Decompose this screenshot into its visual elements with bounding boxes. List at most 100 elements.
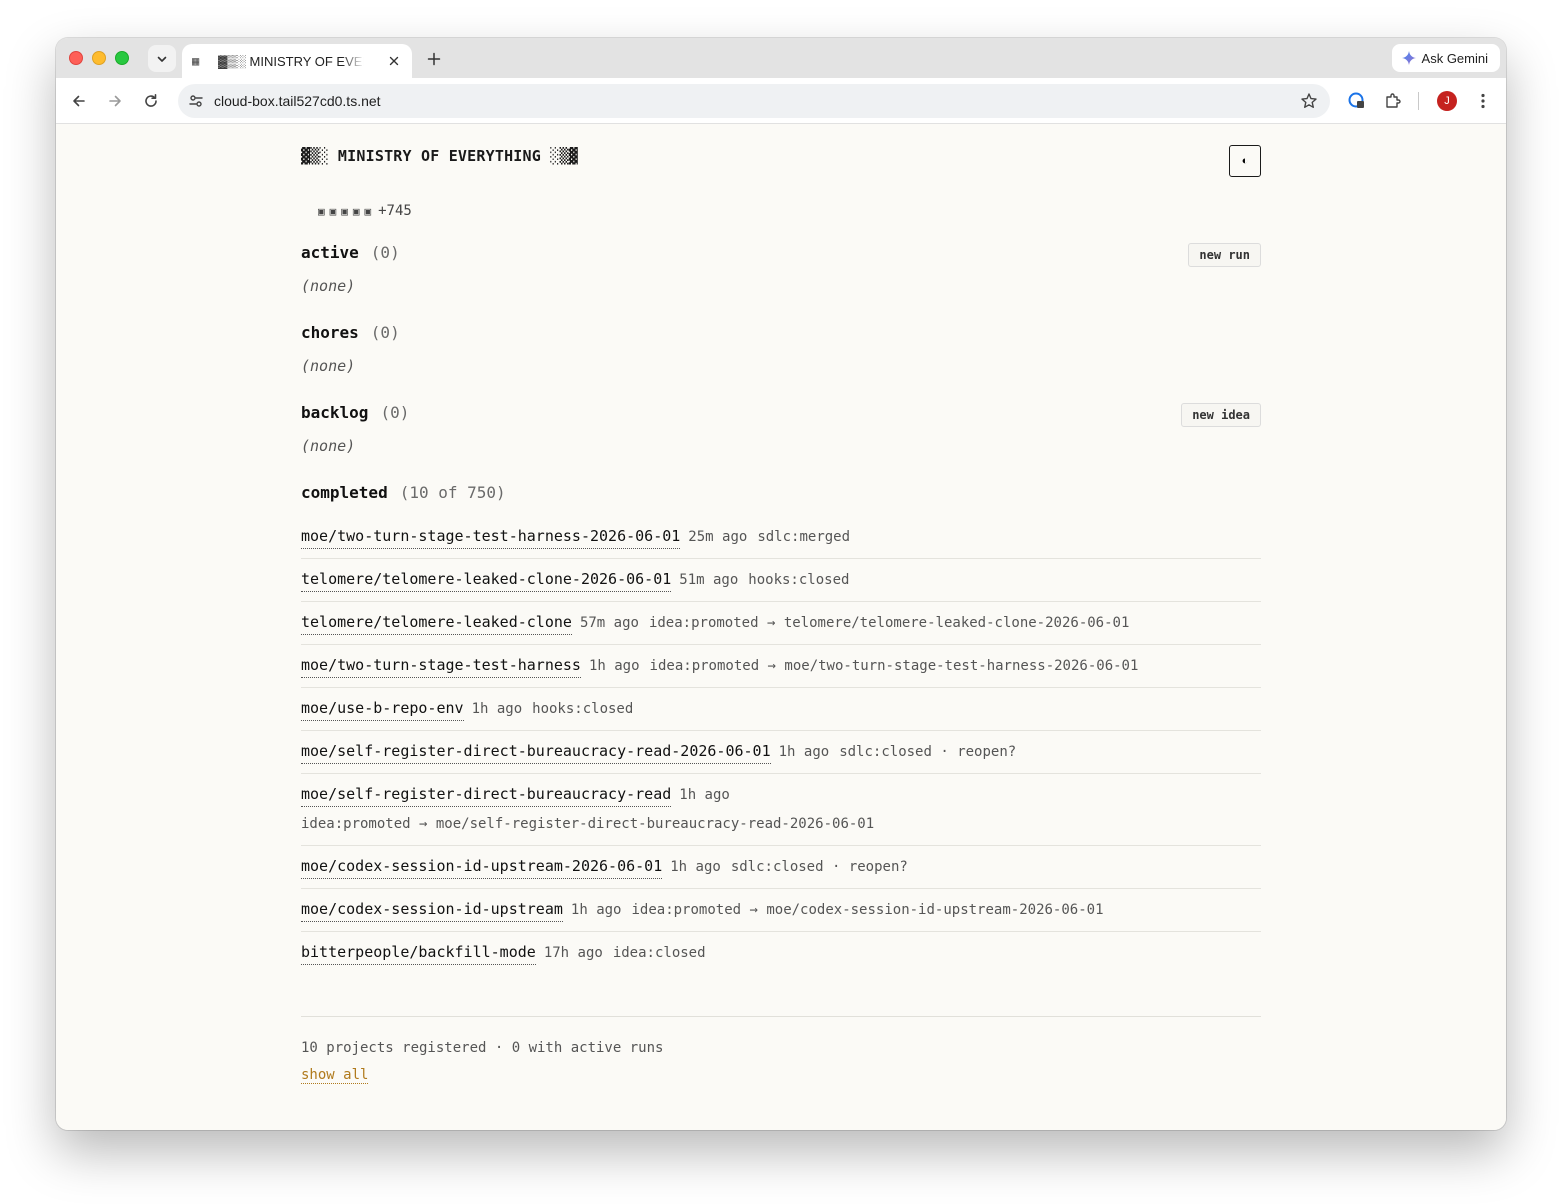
list-item: moe/self-register-direct-bureaucracy-rea…: [301, 774, 1261, 846]
contrast-icon: ◐: [1241, 155, 1249, 167]
site-title: ▓▒░ MINISTRY OF EVERYTHING ░▒▓: [301, 147, 578, 165]
section-count: (0): [370, 323, 400, 342]
browser-tab[interactable]: ▦ ▓▒░ MINISTRY OF EVERYTHING ░▒▓: [182, 44, 412, 78]
back-button[interactable]: [67, 89, 91, 113]
time-ago: 1h ago: [588, 658, 640, 674]
activity-square: ▣: [318, 205, 325, 218]
tab-close-button[interactable]: [386, 53, 402, 69]
address-bar[interactable]: cloud-box.tail527cd0.ts.net: [178, 84, 1330, 118]
run-status: sdlc:closed · reopen?: [839, 744, 1017, 760]
run-link[interactable]: moe/self-register-direct-bureaucracy-rea…: [301, 742, 771, 764]
run-status: idea:promoted → moe/self-register-direct…: [301, 816, 875, 832]
tab-search-button[interactable]: [148, 45, 176, 72]
reload-button[interactable]: [139, 89, 163, 113]
run-status: idea:closed: [612, 945, 706, 961]
time-ago: 25m ago: [688, 529, 748, 545]
section-heading-chores: chores (0): [301, 323, 400, 342]
show-all-link[interactable]: show all: [301, 1067, 369, 1084]
list-item: moe/use-b-repo-env 1h ago hooks:closed: [301, 688, 1261, 731]
activity-square: ▣: [364, 205, 372, 218]
list-item: moe/codex-session-id-upstream 1h ago idea:…: [301, 889, 1261, 932]
browser-window: ▦ ▓▒░ MINISTRY OF EVERYTHING ░▒▓ Ask Gem…: [56, 38, 1506, 1130]
list-item: moe/codex-session-id-upstream-2026-06-01…: [301, 846, 1261, 889]
arrow-right-icon: [109, 95, 121, 107]
active-empty-text: (none): [301, 277, 356, 295]
run-link[interactable]: moe/two-turn-stage-test-harness: [301, 656, 581, 678]
time-ago: 51m ago: [679, 572, 739, 588]
run-status: hooks:closed: [748, 572, 850, 588]
gemini-sparkle-icon: [1401, 51, 1416, 65]
plus-icon: [427, 52, 441, 66]
tab-strip: ▦ ▓▒░ MINISTRY OF EVERYTHING ░▒▓ Ask Gem…: [56, 38, 1506, 78]
activity-squares: ▣ ▣ ▣ ▣ ▣ +745: [318, 203, 412, 219]
tab-title: ▓▒░ MINISTRY OF EVERYTHING ░▒▓: [218, 53, 364, 69]
favicon-icon: ▦: [192, 54, 200, 68]
extensions-puzzle-icon[interactable]: [1382, 90, 1404, 112]
footer-divider: [301, 1016, 1261, 1017]
new-tab-button[interactable]: [422, 47, 446, 71]
new-run-button[interactable]: new run: [1188, 243, 1261, 267]
activity-more-count: +745: [378, 203, 412, 219]
time-ago: 1h ago: [670, 859, 721, 875]
section-label: backlog: [301, 403, 369, 422]
section-count: (10 of 750): [399, 483, 506, 502]
activity-square: ▣: [329, 205, 337, 218]
run-link[interactable]: telomere/telomere-leaked-clone: [301, 613, 572, 635]
section-count: (0): [380, 403, 410, 422]
run-link[interactable]: moe/codex-session-id-upstream-2026-06-01: [301, 857, 663, 879]
site-info-icon[interactable]: [188, 93, 204, 109]
forward-button[interactable]: [103, 89, 127, 113]
minimize-window-button[interactable]: [92, 51, 106, 65]
list-item: telomere/telomere-leaked-clone-2026-06-0…: [301, 559, 1261, 602]
ask-gemini-label: Ask Gemini: [1421, 50, 1488, 66]
new-idea-button[interactable]: new idea: [1181, 403, 1261, 427]
section-label: completed: [301, 483, 388, 502]
section-heading-completed: completed (10 of 750): [301, 483, 506, 502]
more-menu-icon[interactable]: [1472, 90, 1494, 112]
list-item: telomere/telomere-leaked-clone 57m ago ide…: [301, 602, 1261, 645]
ask-gemini-button[interactable]: Ask Gemini: [1391, 44, 1500, 72]
maximize-window-button[interactable]: [115, 51, 129, 65]
backlog-empty-text: (none): [301, 437, 356, 455]
toolbar-divider: [1418, 92, 1419, 110]
run-status: sdlc:closed · reopen?: [730, 859, 908, 875]
list-item: bitterpeople/backfill-mode 17h ago idea:cl…: [301, 932, 1261, 975]
password-manager-extension-icon[interactable]: [1346, 90, 1368, 112]
section-count: (0): [370, 243, 400, 262]
run-link[interactable]: telomere/telomere-leaked-clone-2026-06-0…: [301, 570, 672, 592]
run-link[interactable]: moe/codex-session-id-upstream: [301, 900, 563, 922]
chores-empty-text: (none): [301, 357, 356, 375]
chevron-down-icon: [157, 56, 167, 62]
profile-avatar[interactable]: J: [1437, 91, 1457, 111]
time-ago: 1h ago: [778, 744, 830, 760]
list-item: moe/two-turn-stage-test-harness 1h ago ide…: [301, 645, 1261, 688]
theme-toggle-button[interactable]: ◐: [1229, 145, 1261, 177]
browser-toolbar: cloud-box.tail527cd0.ts.net J: [56, 78, 1506, 124]
run-link[interactable]: moe/self-register-direct-bureaucracy-rea…: [301, 785, 672, 807]
arrow-left-icon: [73, 95, 85, 107]
run-status: idea:promoted → moe/two-turn-stage-test-…: [649, 658, 1139, 674]
close-window-button[interactable]: [69, 51, 83, 65]
run-link[interactable]: moe/two-turn-stage-test-harness-2026-06-…: [301, 527, 681, 549]
activity-square: ▣: [352, 205, 360, 218]
activity-square: ▣: [341, 205, 348, 218]
bookmark-star-icon[interactable]: [1300, 92, 1318, 110]
reload-icon: [145, 94, 157, 107]
run-link[interactable]: moe/use-b-repo-env: [301, 699, 464, 721]
list-item: moe/two-turn-stage-test-harness-2026-06-…: [301, 516, 1261, 559]
time-ago: 17h ago: [543, 945, 603, 961]
run-status: hooks:closed: [532, 701, 634, 717]
run-link[interactable]: bitterpeople/backfill-mode: [301, 943, 536, 965]
completed-list: moe/two-turn-stage-test-harness-2026-06-…: [301, 516, 1261, 975]
run-status: idea:promoted → telomere/telomere-leaked…: [648, 615, 1130, 631]
section-label: active: [301, 243, 359, 262]
list-item: moe/self-register-direct-bureaucracy-rea…: [301, 731, 1261, 774]
section-heading-active: active (0): [301, 243, 400, 262]
section-heading-backlog: backlog (0): [301, 403, 409, 422]
time-ago: 1h ago: [471, 701, 523, 717]
footer-summary: 10 projects registered · 0 with active r…: [301, 1040, 664, 1056]
url-text[interactable]: cloud-box.tail527cd0.ts.net: [214, 93, 381, 109]
section-label: chores: [301, 323, 359, 342]
time-ago: 1h ago: [679, 787, 730, 803]
run-status: idea:promoted → moe/codex-session-id-ups…: [631, 902, 1104, 918]
